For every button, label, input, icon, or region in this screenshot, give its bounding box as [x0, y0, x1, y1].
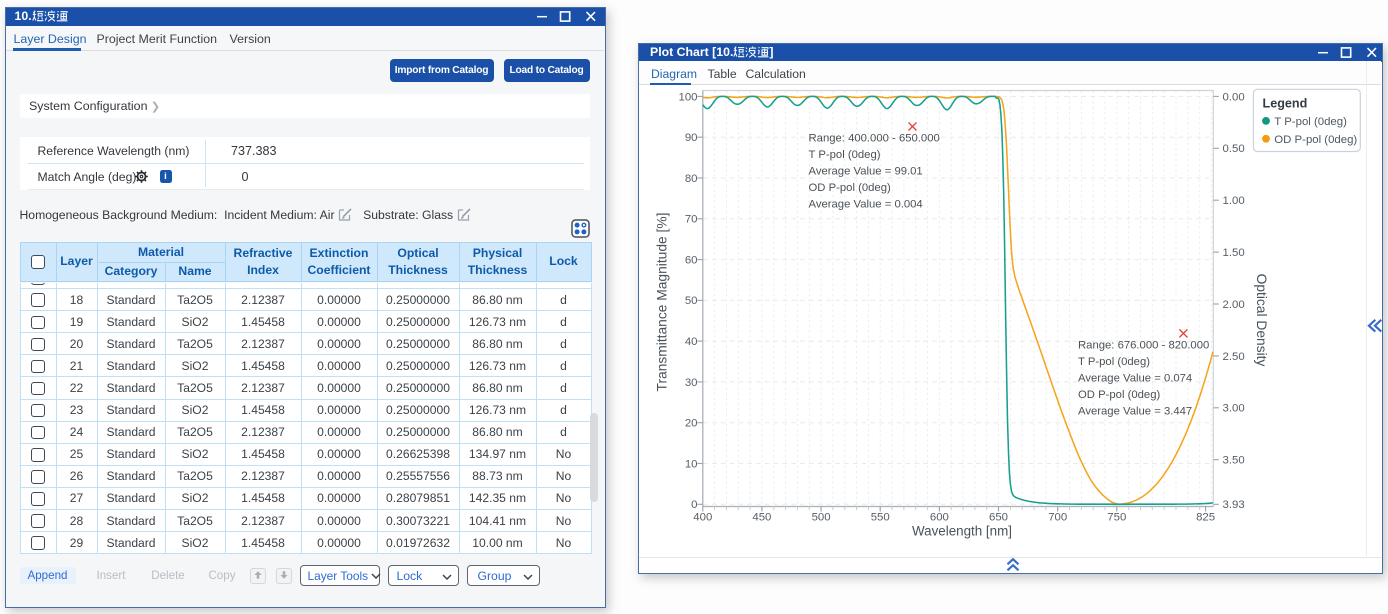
svg-text:T P-pol (0deg): T P-pol (0deg) — [809, 149, 881, 161]
svg-text:3.00: 3.00 — [1223, 403, 1245, 415]
svg-text:Range: 400.000 - 650.000: Range: 400.000 - 650.000 — [809, 133, 940, 145]
svg-text:40: 40 — [685, 336, 698, 348]
svg-text:550: 550 — [871, 511, 890, 523]
svg-text:1.50: 1.50 — [1223, 247, 1245, 259]
svg-text:10: 10 — [685, 458, 698, 470]
svg-text:Optical Density: Optical Density — [1254, 274, 1269, 367]
svg-text:600: 600 — [930, 511, 949, 523]
svg-text:3.93: 3.93 — [1223, 499, 1245, 511]
svg-text:0.50: 0.50 — [1223, 143, 1245, 155]
svg-text:450: 450 — [752, 511, 771, 523]
svg-text:700: 700 — [1048, 511, 1067, 523]
svg-text:OD P-pol (0deg): OD P-pol (0deg) — [1078, 389, 1160, 401]
svg-text:400: 400 — [693, 511, 712, 523]
svg-text:650: 650 — [989, 511, 1008, 523]
svg-text:OD P-pol (0deg): OD P-pol (0deg) — [809, 182, 891, 194]
svg-text:Range: 676.000 - 820.000: Range: 676.000 - 820.000 — [1078, 340, 1209, 352]
svg-text:60: 60 — [685, 255, 698, 267]
svg-text:2.50: 2.50 — [1223, 351, 1245, 363]
svg-text:825: 825 — [1196, 511, 1215, 523]
svg-text:0: 0 — [691, 499, 697, 511]
svg-text:Average Value = 0.074: Average Value = 0.074 — [1078, 372, 1192, 384]
svg-text:80: 80 — [685, 173, 698, 185]
svg-text:OD P-pol (0deg): OD P-pol (0deg) — [1274, 134, 1357, 146]
svg-text:Average Value = 0.004: Average Value = 0.004 — [809, 198, 923, 210]
svg-text:3.50: 3.50 — [1223, 455, 1245, 467]
svg-text:1.00: 1.00 — [1223, 195, 1245, 207]
svg-text:2.00: 2.00 — [1223, 299, 1245, 311]
svg-text:70: 70 — [685, 214, 698, 226]
svg-text:Wavelength [nm]: Wavelength [nm] — [912, 524, 1012, 539]
svg-text:Legend: Legend — [1263, 97, 1308, 111]
svg-text:30: 30 — [685, 377, 698, 389]
svg-text:T P-pol (0deg): T P-pol (0deg) — [1078, 356, 1150, 368]
svg-text:500: 500 — [812, 511, 831, 523]
svg-text:Transmittance Magnitude [%]: Transmittance Magnitude [%] — [655, 213, 670, 392]
svg-text:100: 100 — [678, 91, 697, 103]
svg-text:20: 20 — [685, 418, 698, 430]
svg-text:750: 750 — [1107, 511, 1126, 523]
svg-text:T P-pol (0deg): T P-pol (0deg) — [1274, 116, 1347, 128]
svg-text:0.00: 0.00 — [1223, 91, 1245, 103]
svg-text:Average Value = 99.01: Average Value = 99.01 — [809, 165, 923, 177]
svg-text:90: 90 — [685, 132, 698, 144]
svg-text:50: 50 — [685, 295, 698, 307]
svg-text:Average Value = 3.447: Average Value = 3.447 — [1078, 405, 1192, 417]
